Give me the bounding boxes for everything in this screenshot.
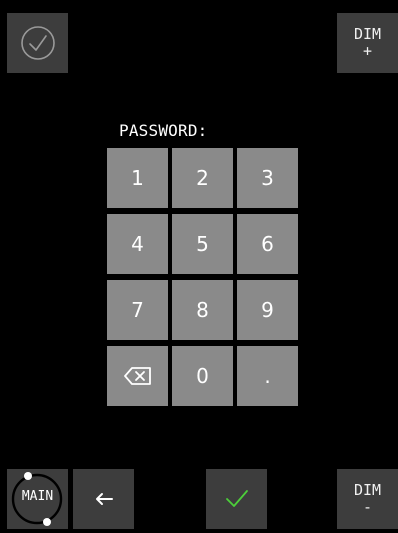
status-check-button[interactable] [7, 13, 68, 73]
key-6[interactable]: 6 [237, 214, 298, 274]
key-label: 0 [196, 364, 209, 388]
key-2[interactable]: 2 [172, 148, 233, 208]
main-label: MAIN [21, 489, 54, 504]
checkmark-icon [225, 490, 248, 507]
key-label: 9 [261, 298, 274, 322]
backspace-key[interactable] [107, 346, 168, 406]
backspace-icon [123, 367, 151, 385]
left-arrow-icon [95, 493, 113, 505]
key-label: 2 [196, 166, 209, 190]
key-label: 8 [196, 298, 209, 322]
dim-up-button[interactable]: DIM + [337, 13, 398, 73]
dim-up-label: DIM + [353, 25, 382, 60]
main-button[interactable]: MAIN [7, 469, 68, 529]
dim-down-button[interactable]: DIM - [337, 469, 398, 529]
key-label: 5 [196, 232, 209, 256]
key-1[interactable]: 1 [107, 148, 168, 208]
key-4[interactable]: 4 [107, 214, 168, 274]
confirm-button[interactable] [206, 469, 267, 529]
key-label: 4 [131, 232, 144, 256]
key-label: 3 [261, 166, 274, 190]
password-label: PASSWORD: [119, 121, 208, 140]
key-dot[interactable]: . [237, 346, 298, 406]
key-9[interactable]: 9 [237, 280, 298, 340]
key-3[interactable]: 3 [237, 148, 298, 208]
key-label: 7 [131, 298, 144, 322]
key-label: 6 [261, 232, 274, 256]
key-8[interactable]: 8 [172, 280, 233, 340]
back-button[interactable] [73, 469, 134, 529]
key-5[interactable]: 5 [172, 214, 233, 274]
key-label: . [264, 364, 271, 388]
circle-check-icon [20, 26, 55, 60]
key-label: 1 [131, 166, 144, 190]
key-7[interactable]: 7 [107, 280, 168, 340]
dim-down-label: DIM - [353, 481, 382, 516]
key-0[interactable]: 0 [172, 346, 233, 406]
